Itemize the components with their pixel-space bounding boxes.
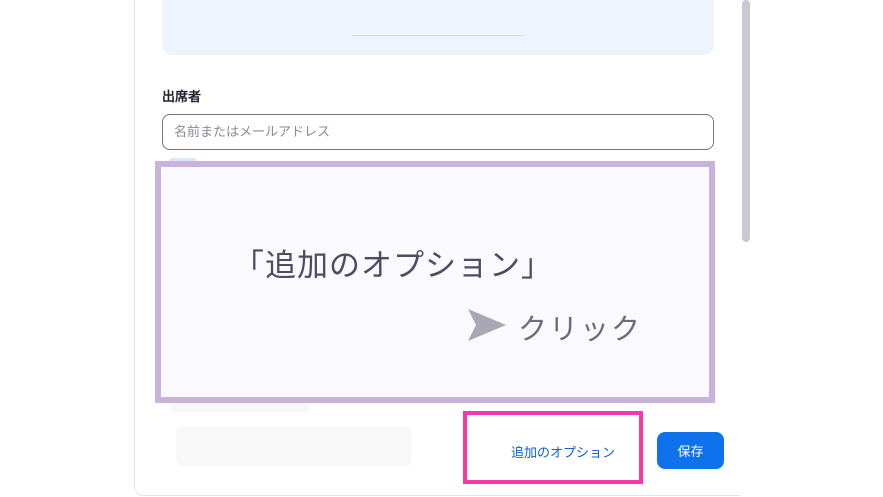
description-field[interactable] (162, 0, 714, 55)
callout-title: 「追加のオプション」 (233, 248, 553, 284)
save-button[interactable]: 保存 (657, 432, 724, 469)
blurred-content (170, 404, 310, 412)
blurred-content (176, 426, 412, 466)
more-options-link[interactable]: 追加のオプション (511, 442, 615, 461)
description-divider (352, 35, 524, 36)
scrollbar-thumb[interactable] (742, 0, 750, 242)
arrow-pointer-icon (468, 309, 506, 341)
click-instruction: クリック (518, 312, 643, 346)
attendees-label: 出席者 (162, 90, 202, 105)
attendees-input[interactable] (162, 114, 714, 150)
